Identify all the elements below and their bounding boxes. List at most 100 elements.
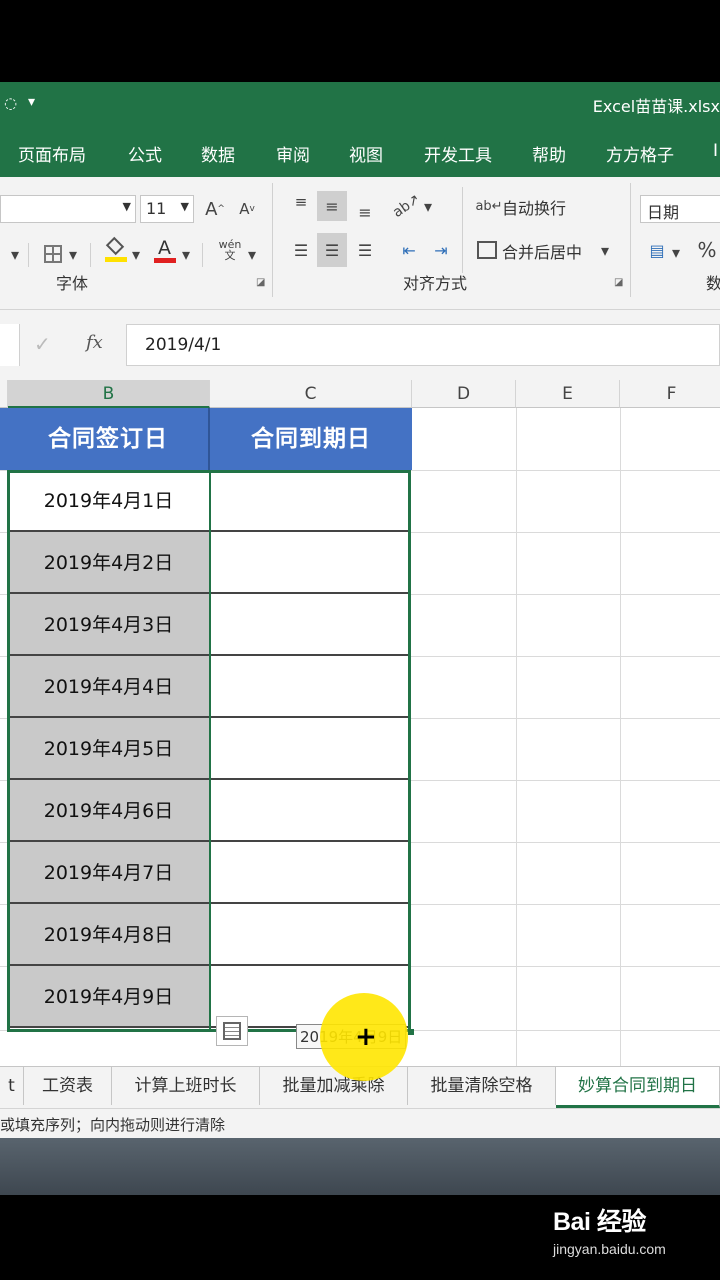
sheet-tab-salary[interactable]: 工资表 <box>24 1067 112 1105</box>
phonetic-guide-button[interactable]: wén 文 <box>212 235 248 265</box>
divider <box>90 243 91 267</box>
font-name-dropdown[interactable]: ▼ <box>0 195 136 223</box>
percent-button[interactable]: % <box>692 235 720 265</box>
align-left-button[interactable]: ☰ <box>286 235 316 265</box>
alignment-group-label: 对齐方式 <box>403 274 468 293</box>
increase-indent-button[interactable]: ⇥ <box>426 235 456 265</box>
currency-icon: ▤ <box>649 240 665 260</box>
dialog-launcher-icon[interactable]: ◪ <box>256 277 265 288</box>
gridline <box>516 408 517 1068</box>
date-cell[interactable]: 2019年4月6日 <box>8 780 209 842</box>
date-cell[interactable]: 2019年4月4日 <box>8 656 209 718</box>
chevron-down-icon[interactable]: ▾ <box>64 239 82 269</box>
column-header-e[interactable]: E <box>516 380 620 408</box>
tab-developer[interactable]: 开发工具 <box>424 141 492 166</box>
check-icon[interactable]: ✓ <box>34 332 51 356</box>
header-cell-contract-expiry-date[interactable]: 合同到期日 <box>210 408 412 470</box>
fill-color-button[interactable] <box>100 235 130 265</box>
border-icon <box>44 245 62 263</box>
date-cell[interactable]: 2019年4月9日 <box>8 966 209 1028</box>
sheet-tab-batch-trim[interactable]: 批量清除空格 <box>408 1067 556 1105</box>
decrease-font-button[interactable]: Av <box>232 194 262 224</box>
sheet-tab-partial[interactable]: t <box>0 1067 24 1105</box>
header-cell-a[interactable] <box>0 408 8 470</box>
chevron-down-icon[interactable]: ▾ <box>420 191 436 221</box>
wrap-text-button[interactable]: 自动换行 <box>502 195 566 219</box>
chevron-down-icon[interactable]: ▾ <box>244 239 260 269</box>
worksheet-grid[interactable]: B C D E F 合同签订日 合同到期日 2019年4月1日 2019年4月2… <box>0 380 720 1069</box>
align-center-button[interactable]: ☰ <box>317 233 347 267</box>
increase-font-button[interactable]: A ^ <box>200 194 230 224</box>
expiry-cell[interactable] <box>210 842 410 904</box>
watermark-logo: Bai 经验 <box>553 1208 646 1236</box>
quick-access-dropdown-icon[interactable]: ▾ <box>28 94 35 110</box>
expiry-cell[interactable] <box>210 904 410 966</box>
sheet-tab-work-hours[interactable]: 计算上班时长 <box>112 1067 260 1105</box>
expiry-cell[interactable] <box>210 718 410 780</box>
align-top-button[interactable]: ≡ <box>286 187 316 217</box>
column-header-c[interactable]: C <box>210 380 412 408</box>
chevron-down-icon[interactable]: ▾ <box>0 239 30 269</box>
orientation-button[interactable]: ab↗ <box>390 191 423 221</box>
chevron-down-icon[interactable]: ▾ <box>178 239 194 269</box>
date-cell[interactable]: 2019年4月7日 <box>8 842 209 904</box>
align-middle-icon: ≡ <box>325 196 339 216</box>
tab-fangfang[interactable]: 方方格子 <box>606 141 674 166</box>
decrease-indent-icon: ⇤ <box>402 240 416 260</box>
name-box[interactable] <box>0 324 20 366</box>
font-size-dropdown[interactable]: 11 ▼ <box>140 195 194 223</box>
chevron-down-icon[interactable]: ▾ <box>596 235 614 265</box>
chevron-down-icon[interactable]: ▾ <box>668 237 684 267</box>
column-header-d[interactable]: D <box>412 380 516 408</box>
quick-access-dot-icon[interactable]: ◌ <box>4 94 17 112</box>
align-top-icon: ≡ <box>294 193 308 211</box>
tab-view[interactable]: 视图 <box>349 141 383 166</box>
status-bar: 或填充序列；向内拖动则进行清除 <box>0 1108 720 1138</box>
expiry-cell[interactable] <box>210 656 410 718</box>
header-cell-contract-sign-date[interactable]: 合同签订日 <box>8 408 210 470</box>
date-cell[interactable]: 2019年4月3日 <box>8 594 209 656</box>
tab-help[interactable]: 帮助 <box>532 141 566 166</box>
status-text: 或填充序列；向内拖动则进行清除 <box>0 1116 226 1134</box>
dialog-launcher-icon[interactable]: ◪ <box>614 277 623 288</box>
align-bottom-button[interactable]: ≡ <box>350 197 380 227</box>
formula-input[interactable]: 2019/4/1 <box>126 324 720 366</box>
formula-bar: ✓ fx 2019/4/1 <box>0 324 720 366</box>
date-cell[interactable]: 2019年4月5日 <box>8 718 209 780</box>
merge-center-icon <box>472 235 502 265</box>
tab-partial[interactable]: I <box>713 141 718 161</box>
decrease-font-icon: A <box>239 200 250 218</box>
decrease-indent-button[interactable]: ⇤ <box>394 235 424 265</box>
font-color-letter: A <box>158 237 171 259</box>
insert-function-icon[interactable]: fx <box>86 332 103 353</box>
tab-data[interactable]: 数据 <box>201 141 235 166</box>
column-header-b[interactable]: B <box>8 380 210 408</box>
watermark-url: jingyan.baidu.com <box>553 1241 666 1257</box>
chevron-down-icon: ▼ <box>122 200 131 213</box>
align-right-button[interactable]: ☰ <box>350 235 380 265</box>
date-cell[interactable]: 2019年4月2日 <box>8 532 209 594</box>
chevron-down-icon[interactable]: ▾ <box>128 239 144 269</box>
column-header-f[interactable]: F <box>620 380 720 408</box>
date-cell[interactable]: 2019年4月8日 <box>8 904 209 966</box>
fill-handle[interactable] <box>408 1029 414 1035</box>
gridline <box>620 408 621 1068</box>
number-format-dropdown[interactable]: 日期 <box>640 195 720 223</box>
column-header-a[interactable] <box>0 380 8 408</box>
expiry-cell[interactable] <box>210 532 410 594</box>
merge-center-button[interactable]: 合并后居中 <box>502 239 582 263</box>
expiry-cell[interactable] <box>210 780 410 842</box>
divider <box>28 243 29 267</box>
tab-review[interactable]: 审阅 <box>276 141 310 166</box>
date-cell[interactable]: 2019年4月1日 <box>8 470 209 532</box>
font-color-button[interactable]: A <box>150 235 180 265</box>
expiry-cell[interactable] <box>210 594 410 656</box>
tab-formulas[interactable]: 公式 <box>128 141 162 166</box>
title-bar: ◌ ▾ Excel苗苗课.xlsx <box>0 82 720 127</box>
expiry-cell[interactable] <box>210 470 410 532</box>
auto-fill-options-button[interactable] <box>216 1016 248 1046</box>
sheet-tab-contract-expiry[interactable]: 妙算合同到期日 <box>556 1067 720 1108</box>
tab-page-layout[interactable]: 页面布局 <box>18 141 86 166</box>
divider <box>630 183 631 297</box>
align-middle-button[interactable]: ≡ <box>317 191 347 221</box>
